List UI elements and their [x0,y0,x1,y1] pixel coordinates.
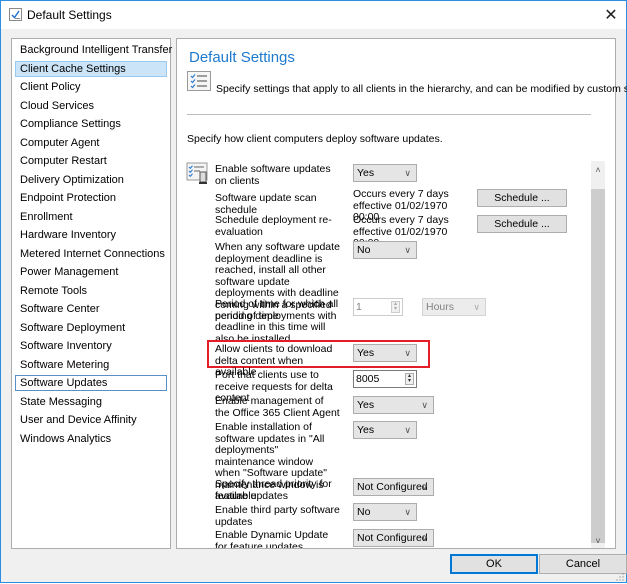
nav-item[interactable]: Windows Analytics [15,431,167,447]
delta-content-dropdown[interactable]: Yes ∨ [353,344,417,362]
enable-updates-dropdown[interactable]: Yes ∨ [353,164,417,182]
period-unit-dropdown[interactable]: Hours ∨ [422,298,486,316]
chevron-down-icon: ∨ [473,302,480,312]
delta-content-value: Yes [357,347,375,359]
nav-item[interactable]: Enrollment [15,209,167,225]
thread-priority-value: Not Configured [357,481,428,493]
nav-item[interactable]: Delivery Optimization [15,172,167,188]
nav-item[interactable]: Computer Agent [15,135,167,151]
header-description: Specify settings that apply to all clien… [216,83,627,95]
default-settings-dialog: Default Settings ✕ Background Intelligen… [0,0,627,583]
thread-priority-dropdown[interactable]: Not Configured ∨ [353,478,434,496]
settings-panel: Default Settings Specify settings that a… [176,38,627,549]
office365-label: Enable management of the Office 365 Clie… [215,395,340,419]
nav-item[interactable]: Client Policy [15,79,167,95]
nav-item[interactable]: Hardware Inventory [15,227,167,243]
deadline-install-value: No [357,244,371,256]
chevron-down-icon: ∨ [404,245,411,255]
third-party-label: Enable third party software updates [215,504,340,528]
scan-schedule-label: Software update scan schedule [215,192,317,216]
enable-updates-label: Enable software updates on clients [215,163,331,187]
nav-item[interactable]: Software Inventory [15,338,167,354]
nav-item[interactable]: Cloud Services [15,98,167,114]
nav-item[interactable]: Software Updates [15,375,167,391]
reevaluation-label: Schedule deployment re-evaluation [215,214,332,238]
period-spinner[interactable]: 1 ▴ ▾ [353,298,403,316]
section-description: Specify how client computers deploy soft… [187,133,443,145]
maintenance-window-value: Yes [357,424,375,436]
scrollbar-thumb[interactable] [591,189,605,543]
office365-dropdown[interactable]: Yes ∨ [353,396,434,414]
resize-grip-icon[interactable] [616,572,624,581]
software-updates-settings-icon [186,161,210,185]
delta-port-spinner[interactable]: 8005 ▴ ▾ [353,370,417,388]
third-party-dropdown[interactable]: No ∨ [353,503,417,521]
nav-item[interactable]: Compliance Settings [15,116,167,132]
cancel-button[interactable]: Cancel [539,554,627,574]
checklist-icon [187,71,211,91]
chevron-down-icon: ∨ [421,400,428,410]
deadline-install-dropdown[interactable]: No ∨ [353,241,417,259]
nav-item[interactable]: Remote Tools [15,283,167,299]
spin-arrows-icon[interactable]: ▴ ▾ [391,301,400,313]
nav-item[interactable]: Metered Internet Connections [15,246,167,262]
nav-item[interactable]: Endpoint Protection [15,190,167,206]
chevron-down-icon: ∨ [404,168,411,178]
nav-item[interactable]: Software Deployment [15,320,167,336]
third-party-value: No [357,506,371,518]
chevron-down-icon: ∨ [404,425,411,435]
nav-item[interactable]: Computer Restart [15,153,167,169]
window-title: Default Settings [27,8,112,22]
dynamic-update-dropdown[interactable]: Not Configured ∨ [353,529,434,547]
period-label: Period of time for which all pending dep… [215,298,339,345]
divider [187,114,591,115]
title-bar: Default Settings ✕ [1,1,626,29]
app-checkbox-icon [9,8,22,21]
nav-item[interactable]: Background Intelligent Transfer [15,42,172,58]
spin-arrows-icon[interactable]: ▴ ▾ [405,373,414,385]
page-title: Default Settings [189,49,295,66]
chevron-down-icon: ∨ [404,507,411,517]
maintenance-window-dropdown[interactable]: Yes ∨ [353,421,417,439]
period-unit-value: Hours [426,301,455,313]
enable-updates-value: Yes [357,167,375,179]
delta-port-value: 8005 [356,373,380,385]
office365-value: Yes [357,399,375,411]
nav-item[interactable]: Power Management [15,264,167,280]
scroll-up-icon[interactable]: ˄ [591,163,605,177]
scroll-down-icon[interactable]: ˅ [591,534,605,548]
chevron-down-icon: ∨ [421,533,428,543]
thread-priority-label: Specify thread priority for feature upda… [215,478,332,502]
dynamic-update-value: Not Configured [357,532,428,544]
reevaluation-schedule-button[interactable]: Schedule ... [477,215,567,233]
nav-item[interactable]: State Messaging [15,394,167,410]
chevron-down-icon: ∨ [421,482,428,492]
nav-item[interactable]: User and Device Affinity [15,412,167,428]
chevron-down-icon: ∨ [404,348,411,358]
close-button[interactable]: ✕ [596,1,626,29]
settings-category-list[interactable]: Background Intelligent Transfer Client Ca… [11,38,172,549]
ok-button[interactable]: OK [450,554,538,574]
period-value: 1 [356,301,362,313]
dynamic-update-label: Enable Dynamic Update for feature update… [215,530,329,548]
scan-schedule-button[interactable]: Schedule ... [477,189,567,207]
nav-item[interactable]: Software Metering [15,357,167,373]
close-icon: ✕ [604,7,618,24]
nav-item[interactable]: Client Cache Settings [15,60,167,77]
nav-item[interactable]: Software Center [15,301,167,317]
vertical-scrollbar[interactable]: ˄ ˅ [591,161,605,548]
